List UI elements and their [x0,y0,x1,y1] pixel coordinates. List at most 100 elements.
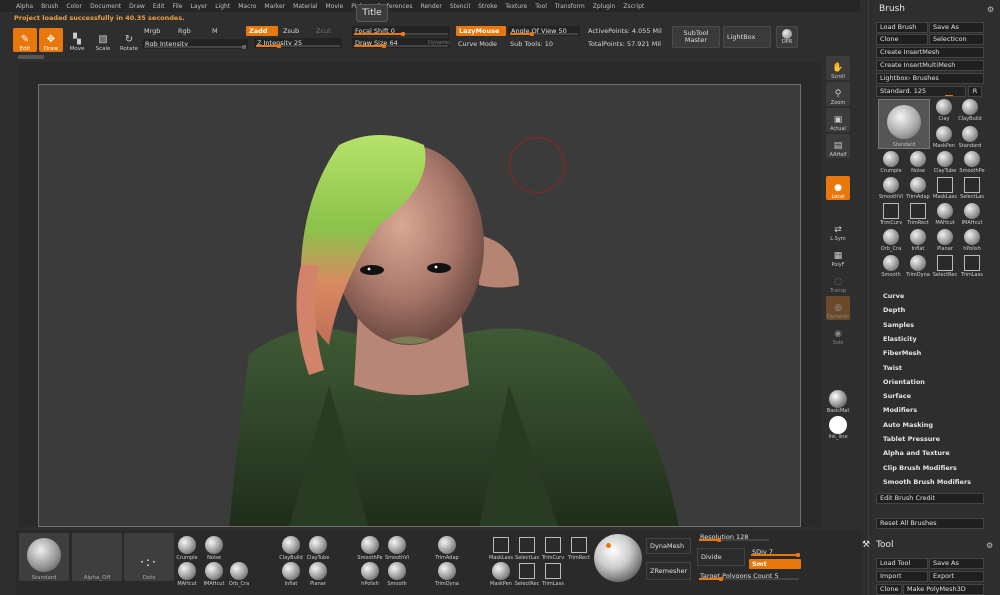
material-basicmat[interactable]: BasicMat [826,390,850,414]
menu-light[interactable]: Light [211,3,234,10]
menu-file[interactable]: File [168,3,186,10]
local-button[interactable]: ● Local [826,176,850,200]
section-fibermesh[interactable]: FiberMesh [883,349,921,357]
section-depth[interactable]: Depth [883,306,905,314]
clone-brush-button[interactable]: Clone [876,34,928,45]
zcut-button[interactable]: Zcut [316,27,331,35]
bottom-brush-maskpen[interactable]: MaskPen [488,559,514,587]
smt-toggle[interactable]: Smt [749,559,801,569]
menu-stencil[interactable]: Stencil [446,3,474,10]
create-insertmultimesh-button[interactable]: Create InsertMultiMesh [876,60,984,71]
scroll-button[interactable]: ✋ Scroll [826,56,850,80]
bottom-brush-crumple[interactable]: Crumple [174,533,200,561]
section-surface[interactable]: Surface [883,392,911,400]
brush-thumb-inflat[interactable]: Inflat [905,229,931,253]
section-curve[interactable]: Curve [883,292,904,300]
palette-options-icon[interactable]: ⚙ [987,5,994,14]
rgb-button[interactable]: Rgb [178,27,191,35]
zoom-button[interactable]: ⚲ Zoom [826,82,850,106]
zremesher-button[interactable]: ZRemesher [646,562,691,580]
brush-thumb-selectrec[interactable]: SelectRec [932,255,958,279]
clone-tool-button[interactable]: Clone [876,584,902,595]
section-clip-brush-modifiers[interactable]: Clip Brush Modifiers [883,464,957,472]
section-tablet-pressure[interactable]: Tablet Pressure [883,435,940,443]
bottom-brush-trimadap[interactable]: TrimAdap [434,533,460,561]
brush-thumb-mahcut[interactable]: MAHcut [932,203,958,227]
dpr-button[interactable]: DPR [776,26,798,48]
bottom-brush-claytube[interactable]: ClayTube [305,533,331,561]
focal-shift-slider[interactable]: Focal Shift 0 [352,26,450,36]
bottom-brush-trimcurv[interactable]: TrimCurv [540,533,566,561]
menu-transform[interactable]: Transform [551,3,589,10]
stroke-select-button[interactable]: ·:· Dots [124,533,174,581]
lightbox-button[interactable]: LightBox [723,26,771,48]
light-position-dot[interactable] [606,543,611,548]
solo-button[interactable]: ◉ Solo [826,322,850,346]
menu-marker[interactable]: Marker [260,3,289,10]
select-icon-button[interactable]: SelectIcon [929,34,984,45]
brush-reset-r-button[interactable]: R [968,86,982,97]
save-as-brush-button[interactable]: Save As [929,22,984,33]
bottom-brush-orb-cra[interactable]: Orb_Cra [226,559,252,587]
menu-stroke[interactable]: Stroke [474,3,501,10]
curve-mode-button[interactable]: Curve Mode [458,40,497,48]
section-auto-masking[interactable]: Auto Masking [883,421,933,429]
brush-thumb-selectlas[interactable]: SelectLas [959,177,985,201]
bottom-brush-selectrec[interactable]: SelectRec [514,559,540,587]
tool-palette-options-icon[interactable]: ⚙ [986,541,993,550]
brush-palette-title[interactable]: Brush [879,4,905,14]
transp-button[interactable]: ◌ Transp [826,270,850,294]
section-smooth-brush-modifiers[interactable]: Smooth Brush Modifiers [883,478,971,486]
section-elasticity[interactable]: Elasticity [883,335,917,343]
section-orientation[interactable]: Orientation [883,378,925,386]
move-button[interactable]: ▚ Move [65,28,89,53]
menu-draw[interactable]: Draw [125,3,149,10]
dynamic-button[interactable]: ◍ Dynamic [826,296,850,320]
aahalf-button[interactable]: ▤ AAHalf [826,134,850,158]
zsub-button[interactable]: Zsub [283,27,299,35]
lsym-button[interactable]: ⇄ L.Sym [826,218,850,242]
brush-thumb-smooth[interactable]: Smooth [878,255,904,279]
bottom-brush-planar[interactable]: Planar [305,559,331,587]
load-tool-button[interactable]: Load Tool [876,558,928,569]
bottom-brush-mahcut[interactable]: MAHcut [174,559,200,587]
save-as-tool-button[interactable]: Save As [929,558,984,569]
bottom-brush-noise[interactable]: Noise [201,533,227,561]
bottom-brush-smooth[interactable]: Smooth [384,559,410,587]
m-button[interactable]: M [212,27,218,35]
section-twist[interactable]: Twist [883,364,902,372]
brush-size-slider[interactable]: Standard. 125 [876,86,966,97]
material-inkline[interactable]: Ink_line [826,416,850,440]
menu-brush[interactable]: Brush [37,3,62,10]
menu-render[interactable]: Render [416,3,445,10]
brush-thumb-planar[interactable]: Planar [932,229,958,253]
brush-thumb-imahcut[interactable]: IMAHcut [959,203,985,227]
brush-thumb-trimadap[interactable]: TrimAdap [905,177,931,201]
make-polymesh3d-button[interactable]: Make PolyMesh3D [903,584,984,595]
bottom-brush-imahcut[interactable]: IMAHcut [201,559,227,587]
menu-tool[interactable]: Tool [531,3,551,10]
brush-thumb-smoothpe[interactable]: SmoothPe [959,151,985,175]
section-modifiers[interactable]: Modifiers [883,406,917,414]
bottom-brush-trimdyna[interactable]: TrimDyna [434,559,460,587]
rgb-intensity-slider[interactable]: Rgb Intensity [142,39,248,49]
brush-thumb-hpolish[interactable]: hPolish [959,229,985,253]
menu-zscript[interactable]: Zscript [619,3,648,10]
reset-all-brushes-button[interactable]: Reset All Brushes [876,518,984,529]
brush-thumb-claybuild[interactable]: ClayBuild [957,99,983,123]
target-polygons-slider[interactable]: Target Polygons Count 5 [697,571,801,581]
title-button[interactable]: Title [356,4,388,22]
create-insertmesh-button[interactable]: Create InsertMesh [876,47,984,58]
bottom-brush-inflat[interactable]: Inflat [278,559,304,587]
brush-thumb-orb-cra[interactable]: Orb_Cra [878,229,904,253]
brush-thumb-noise[interactable]: Noise [905,151,931,175]
resolution-slider[interactable]: Resolution 128 [697,532,771,542]
lightbox-brushes-button[interactable]: Lightbox› Brushes [876,73,984,84]
brush-thumb-claytube[interactable]: ClayTube [932,151,958,175]
scale-button[interactable]: ▧ Scale [91,28,115,53]
divide-button[interactable]: Divide [697,548,745,566]
menu-macro[interactable]: Macro [234,3,260,10]
brush-thumb-trimdyna[interactable]: TrimDyna [905,255,931,279]
brush-thumb-standard[interactable]: Standard [957,126,983,150]
current-brush-preview[interactable]: Standard [878,99,930,149]
